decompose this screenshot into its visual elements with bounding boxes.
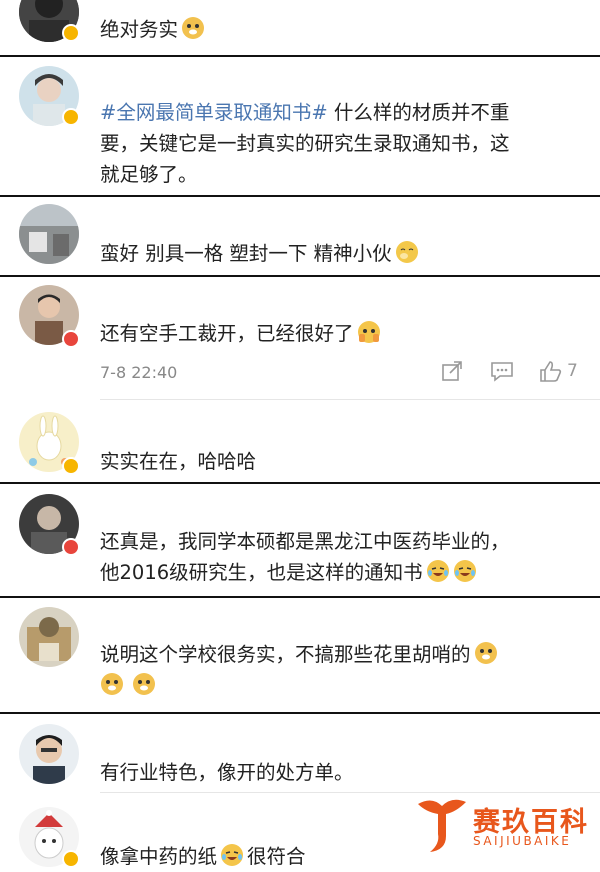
yawn-emoji-icon bbox=[395, 240, 419, 264]
comment-text: 还真是，我同学本硕都是黑龙江中医药毕业的， 他2016级研究生，也是这样的通知书 bbox=[100, 530, 510, 584]
watermark-subtitle: SAIJIUBAIKE bbox=[473, 834, 572, 848]
red-badge-icon bbox=[62, 538, 80, 556]
laugh-cry-emoji-icon bbox=[453, 559, 477, 583]
like-count: 7 bbox=[567, 361, 578, 381]
comment-item: 蛮好 别具一格 塑封一下 精神小伙 bbox=[0, 197, 600, 275]
clap-emoji-icon bbox=[357, 320, 381, 344]
comment-item: 实实在在，哈哈哈 bbox=[0, 400, 600, 482]
watermark-logo-icon bbox=[418, 799, 466, 852]
like-button[interactable]: 7 bbox=[539, 360, 578, 382]
verified-badge-icon bbox=[62, 24, 80, 42]
comment-text: #全网最简单录取通知书# 什么样的材质并不重 要，关键它是一封真实的研究生录取通… bbox=[100, 101, 510, 186]
comment-item: 绝对务实 bbox=[0, 0, 600, 55]
comment-button[interactable] bbox=[490, 360, 514, 382]
comment-text: 实实在在，哈哈哈 bbox=[100, 450, 257, 473]
doge-emoji-icon bbox=[100, 672, 124, 696]
share-icon bbox=[442, 361, 462, 381]
comment-text: 蛮好 别具一格 塑封一下 精神小伙 bbox=[100, 238, 580, 269]
red-badge-icon bbox=[62, 330, 80, 348]
laugh-cry-emoji-icon bbox=[220, 843, 244, 867]
avatar[interactable] bbox=[19, 607, 79, 667]
doge-emoji-icon bbox=[132, 672, 156, 696]
comment-item: 还真是，我同学本硕都是黑龙江中医药毕业的， 他2016级研究生，也是这样的通知书 bbox=[0, 484, 600, 596]
comment-text: 说明这个学校很务实，不搞那些花里胡哨的 bbox=[100, 639, 580, 701]
comment-timestamp: 7-8 22:40 bbox=[100, 363, 178, 382]
share-button[interactable] bbox=[441, 360, 463, 382]
verified-badge-icon bbox=[62, 457, 80, 475]
comment-item: 说明这个学校很务实，不搞那些花里胡哨的 bbox=[0, 598, 600, 712]
avatar[interactable] bbox=[19, 724, 79, 784]
avatar[interactable] bbox=[19, 204, 79, 264]
thumb-up-icon bbox=[540, 361, 562, 382]
verified-badge-icon bbox=[62, 850, 80, 868]
doge-emoji-icon bbox=[474, 641, 498, 665]
comment-icon bbox=[491, 362, 513, 382]
laugh-cry-emoji-icon bbox=[426, 559, 450, 583]
comment-item: #全网最简单录取通知书# 什么样的材质并不重 要，关键它是一封真实的研究生录取通… bbox=[0, 57, 600, 195]
comment-text: 还有空手工裁开，已经很好了 bbox=[100, 318, 580, 349]
comment-text: 有行业特色，像开的处方单。 bbox=[100, 761, 354, 784]
comment-item: 有行业特色，像开的处方单。 bbox=[0, 714, 600, 792]
comment-text: 绝对务实 bbox=[100, 14, 580, 45]
verified-badge-icon bbox=[62, 108, 80, 126]
doge-emoji-icon bbox=[181, 16, 205, 40]
hashtag-link[interactable]: #全网最简单录取通知书# bbox=[100, 101, 328, 124]
